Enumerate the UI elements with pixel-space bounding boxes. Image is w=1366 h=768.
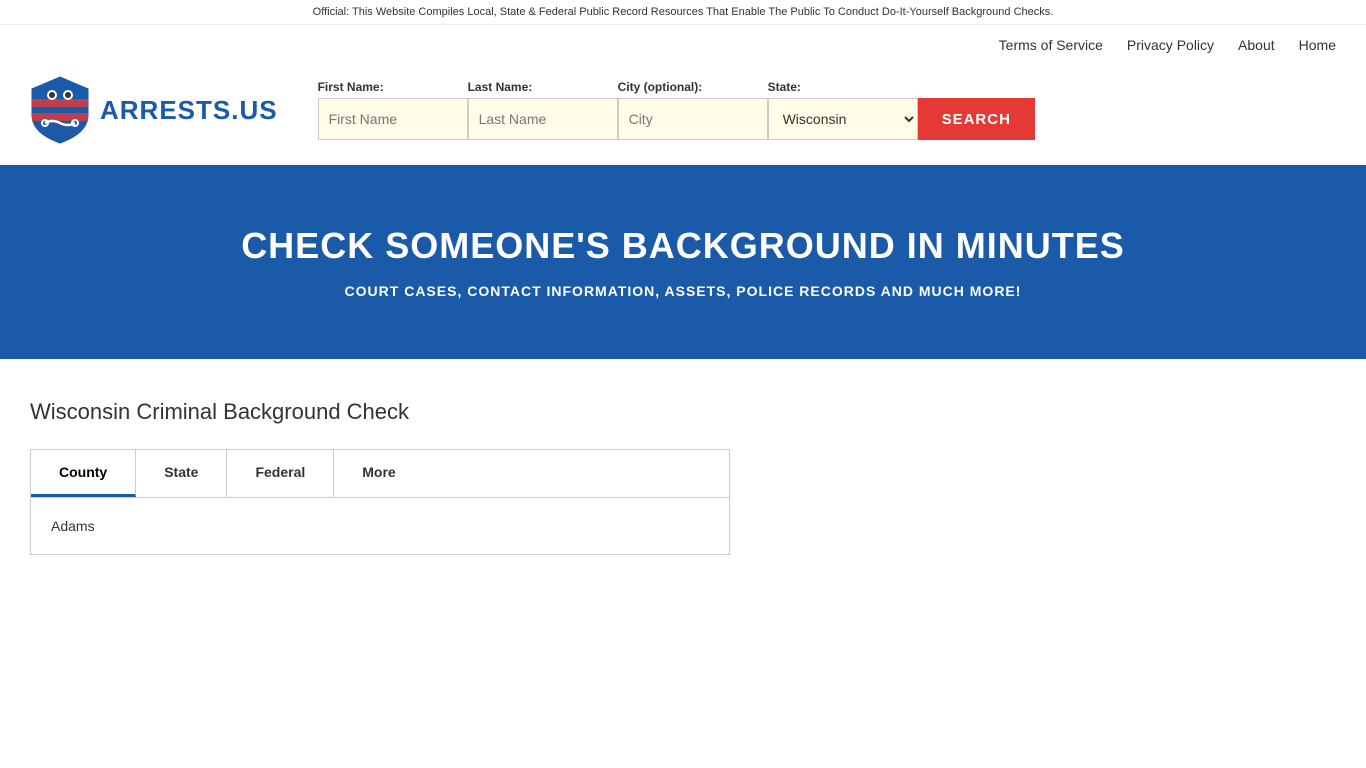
city-field-group: City (optional): [618, 80, 768, 140]
last-name-label: Last Name: [468, 80, 618, 94]
tabs-container: County State Federal More Adams [30, 449, 730, 555]
state-field-group: State: Select State Alabama Alaska Arizo… [768, 80, 918, 140]
first-name-label: First Name: [318, 80, 468, 94]
nav-bar: Terms of Service Privacy Policy About Ho… [0, 25, 1366, 65]
search-button[interactable]: SEARCH [918, 98, 1035, 140]
nav-home[interactable]: Home [1299, 37, 1336, 53]
first-name-field-group: First Name: [318, 80, 468, 140]
search-button-spacer [918, 80, 1035, 94]
nav-terms[interactable]: Terms of Service [999, 37, 1103, 53]
header: ARRESTS.US First Name: Last Name: City (… [0, 65, 1366, 165]
tab-more[interactable]: More [334, 450, 423, 497]
tab-federal[interactable]: Federal [227, 450, 334, 497]
section-title: Wisconsin Criminal Background Check [30, 399, 1336, 425]
last-name-input[interactable] [468, 98, 618, 140]
state-label: State: [768, 80, 918, 94]
hero-subtitle: COURT CASES, CONTACT INFORMATION, ASSETS… [30, 283, 1336, 299]
search-button-group: SEARCH [918, 80, 1035, 140]
list-item[interactable]: Adams [51, 514, 709, 538]
city-input[interactable] [618, 98, 768, 140]
city-label: City (optional): [618, 80, 768, 94]
tab-county[interactable]: County [31, 450, 136, 497]
announcement-bar: Official: This Website Compiles Local, S… [0, 0, 1366, 25]
nav-privacy[interactable]: Privacy Policy [1127, 37, 1214, 53]
hero-title: CHECK SOMEONE'S BACKGROUND IN MINUTES [30, 225, 1336, 267]
logo-icon [30, 75, 90, 145]
tab-content-county: Adams [31, 498, 729, 554]
first-name-input[interactable] [318, 98, 468, 140]
hero-banner: CHECK SOMEONE'S BACKGROUND IN MINUTES CO… [0, 165, 1366, 359]
content-area: Wisconsin Criminal Background Check Coun… [0, 359, 1366, 595]
tab-state[interactable]: State [136, 450, 227, 497]
announcement-text: Official: This Website Compiles Local, S… [313, 6, 1054, 18]
state-select[interactable]: Select State Alabama Alaska Arizona Arka… [768, 98, 918, 140]
search-fields-row: First Name: Last Name: City (optional): … [318, 80, 1336, 140]
search-area: First Name: Last Name: City (optional): … [318, 80, 1336, 140]
tabs-header: County State Federal More [31, 450, 729, 498]
logo-area: ARRESTS.US [30, 75, 278, 145]
logo-text: ARRESTS.US [100, 95, 278, 126]
last-name-field-group: Last Name: [468, 80, 618, 140]
nav-about[interactable]: About [1238, 37, 1275, 53]
